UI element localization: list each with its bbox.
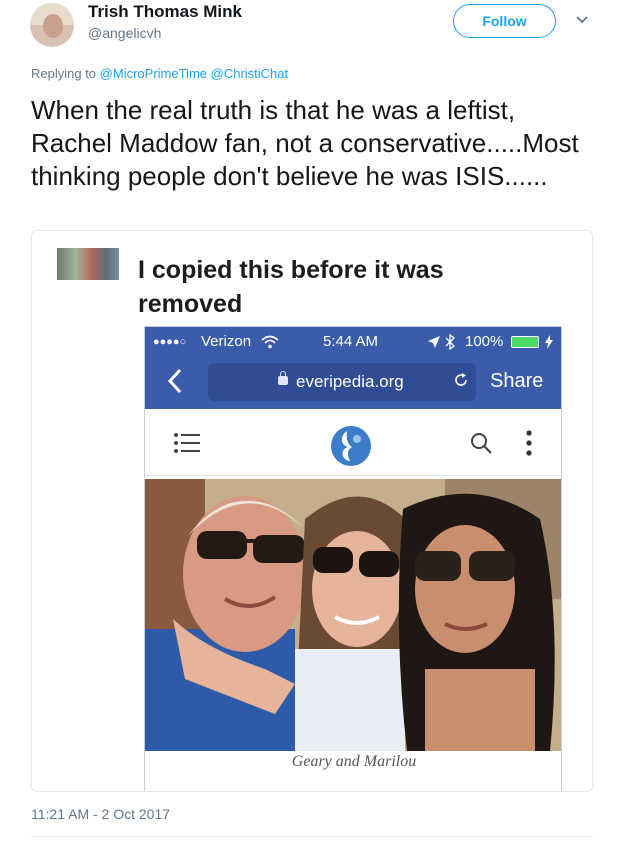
url-text: everipedia.org <box>296 372 404 391</box>
everipedia-logo-icon[interactable] <box>328 423 374 469</box>
lock-icon <box>278 371 288 385</box>
author-name[interactable]: Trish Thomas Mink <box>88 2 242 22</box>
image-caption: I copied this before it was removed <box>138 256 444 318</box>
tweet-text: When the real truth is that he was a lef… <box>31 95 579 191</box>
people-photo <box>145 479 561 751</box>
charging-bolt-icon <box>545 335 553 349</box>
reload-icon[interactable] <box>453 372 469 388</box>
kebab-menu-icon[interactable] <box>526 429 532 457</box>
address-bar[interactable]: everipedia.org <box>208 363 476 401</box>
carrier: Verizon <box>201 333 252 350</box>
cropped-photo-thumbnail <box>57 248 119 280</box>
menu-list-icon[interactable] <box>173 431 201 455</box>
author-handle[interactable]: @angelicvh <box>88 25 161 41</box>
location-arrow-icon <box>428 336 440 348</box>
replying-to: Replying to @MicroPrimeTime @ChristiChat <box>31 66 288 81</box>
browser-navbar: everipedia.org Share <box>145 357 561 409</box>
bluetooth-icon <box>445 334 455 350</box>
reply-user-link[interactable]: @MicroPrimeTime <box>100 66 207 81</box>
back-chevron-icon[interactable] <box>167 367 183 395</box>
phone-screenshot: ●●●●○ Verizon 5:44 AM 100% everipedia.or… <box>144 326 562 791</box>
follow-button[interactable]: Follow <box>453 4 556 38</box>
battery-icon <box>511 336 539 348</box>
tweet-timestamp[interactable]: 11:21 AM - 2 Oct 2017 <box>31 806 170 822</box>
photo-illustration <box>145 479 561 751</box>
replying-prefix: Replying to <box>31 66 97 81</box>
signal-dots: ●●●●○ <box>153 336 187 348</box>
site-toolbar <box>145 409 561 476</box>
search-icon[interactable] <box>469 431 493 455</box>
status-time: 5:44 AM <box>323 333 379 350</box>
tweet-media[interactable]: I copied this before it was removed ●●●●… <box>31 230 593 792</box>
ios-status-bar: ●●●●○ Verizon 5:44 AM 100% <box>145 327 561 357</box>
avatar[interactable] <box>30 3 74 47</box>
photo-caption: Geary and Marilou <box>291 753 417 770</box>
divider <box>31 836 593 837</box>
chevron-down-icon[interactable] <box>573 13 591 27</box>
battery-percent: 100% <box>465 333 504 350</box>
share-button[interactable]: Share <box>490 370 543 393</box>
reply-user-link[interactable]: @ChristiChat <box>211 66 289 81</box>
wifi-icon <box>261 335 279 349</box>
